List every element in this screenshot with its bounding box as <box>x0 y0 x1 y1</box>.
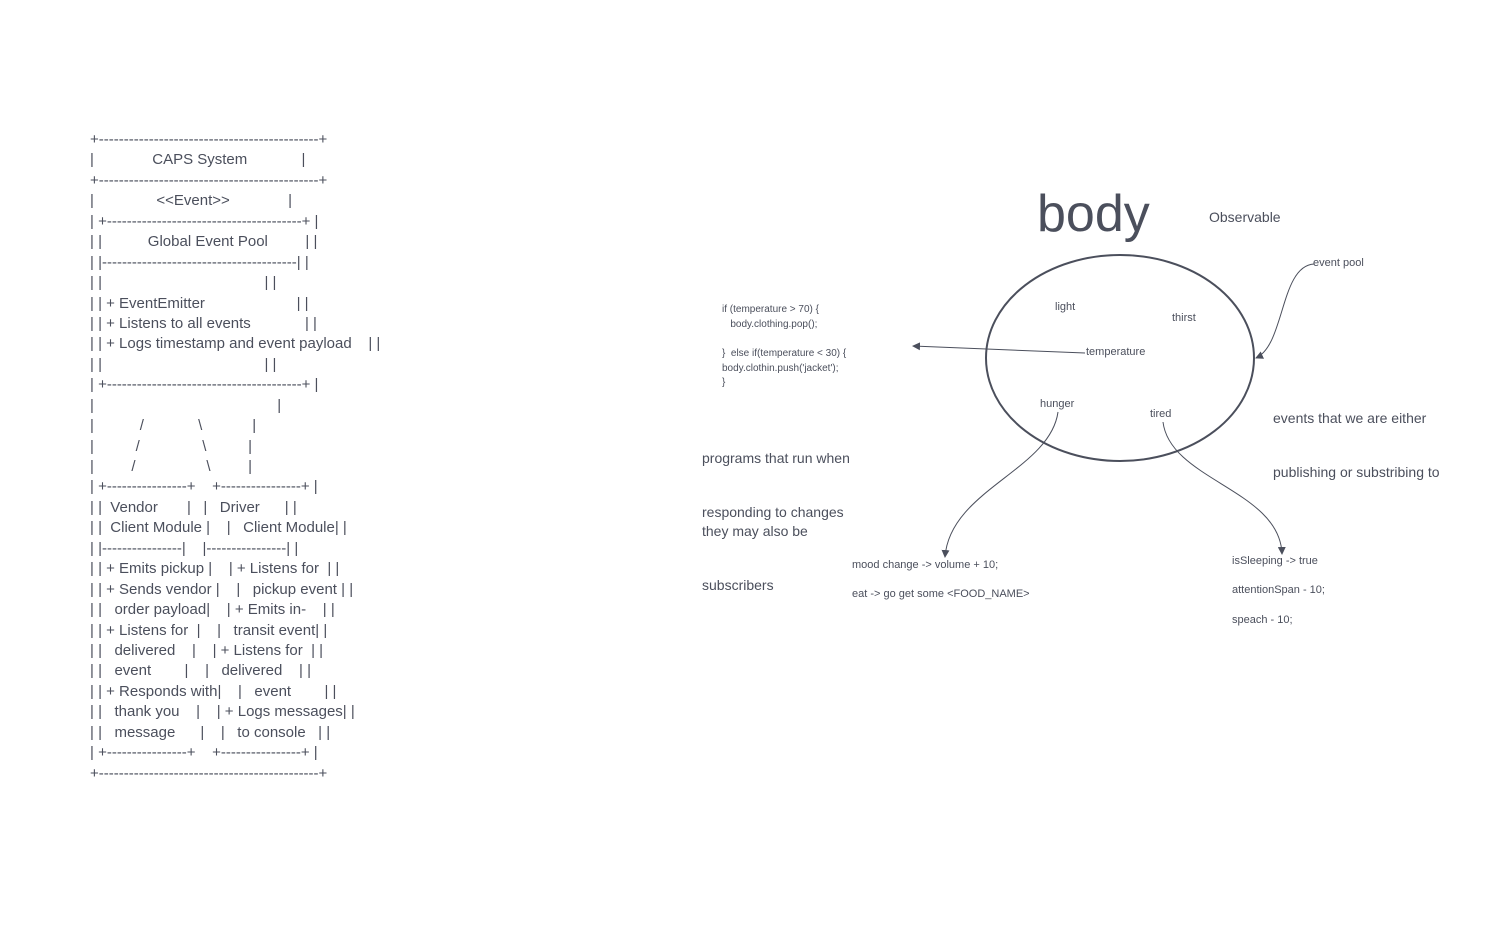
tired-action-speach: speach - 10; <box>1232 614 1293 626</box>
node-tired: tired <box>1150 408 1172 420</box>
temperature-code: if (temperature > 70) { body.clothing.po… <box>722 303 846 391</box>
observable-label: Observable <box>1209 209 1281 225</box>
event-pool-label: event pool <box>1313 257 1364 269</box>
body-title: body <box>1037 185 1150 243</box>
events-note-line: publishing or substribing to <box>1273 464 1440 480</box>
subscribers-note-line: they may also be <box>702 523 808 539</box>
node-thirst: thirst <box>1172 312 1196 324</box>
tired-action-attention: attentionSpan - 10; <box>1232 584 1325 596</box>
tired-action-sleeping: isSleeping -> true <box>1232 555 1318 567</box>
node-light: light <box>1055 301 1076 313</box>
tired-arrow <box>1162 421 1286 555</box>
subscribers-note: they may also be subscribers <box>702 486 808 612</box>
code-line: if (temperature > 70) { <box>722 304 819 315</box>
node-hunger: hunger <box>1040 398 1075 410</box>
hunger-action-mood: mood change -> volume + 10; <box>852 559 999 571</box>
hunger-arrow <box>941 411 1059 558</box>
code-line: } <box>722 377 726 389</box>
node-temperature: temperature <box>1086 346 1146 358</box>
events-note: events that we are either publishing or … <box>1273 373 1440 499</box>
subscribers-note-line: subscribers <box>702 577 774 593</box>
programs-note-line: programs that run when <box>702 450 850 466</box>
event-pool-arrow <box>1255 263 1315 359</box>
events-note-line: events that we are either <box>1273 410 1427 426</box>
temperature-arrow <box>912 342 1086 354</box>
hunger-action-eat: eat -> go get some <FOOD_NAME> <box>852 588 1030 600</box>
code-line: body.clothin.push('jacket'); <box>722 362 839 374</box>
code-line: body.clothing.pop(); <box>722 318 818 330</box>
code-line: } else if(temperature < 30) { <box>722 348 847 360</box>
body-ellipse <box>985 254 1255 462</box>
